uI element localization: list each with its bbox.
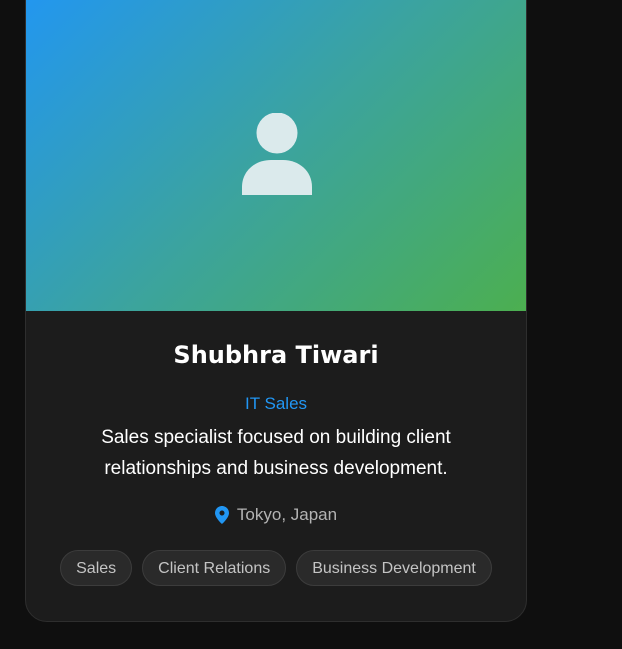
profile-location: Tokyo, Japan (26, 504, 526, 526)
tag-business-development[interactable]: Business Development (296, 550, 492, 586)
profile-image-banner (26, 0, 526, 311)
map-pin-icon (214, 506, 229, 524)
profile-description: Sales specialist focused on building cli… (101, 427, 451, 479)
skill-tags: Sales Client Relations Business Developm… (26, 550, 526, 586)
user-placeholder-icon (242, 113, 312, 195)
profile-name: Shubhra Tiwari (173, 341, 379, 369)
profile-details: Shubhra Tiwari IT Sales Sales specialist… (26, 311, 526, 586)
location-text: Tokyo, Japan (236, 505, 338, 524)
tag-client-relations[interactable]: Client Relations (142, 550, 287, 586)
tag-sales[interactable]: Sales (60, 550, 133, 586)
profile-job-title: IT Sales (244, 394, 308, 413)
profile-card: Shubhra Tiwari IT Sales Sales specialist… (25, 0, 527, 622)
